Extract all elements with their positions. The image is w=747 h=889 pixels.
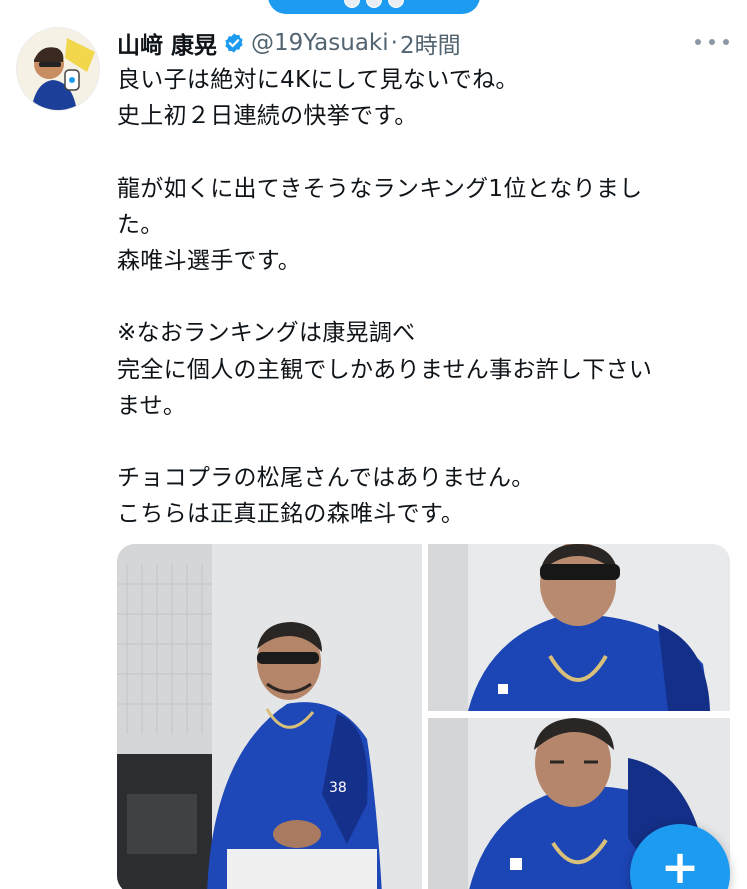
more-dot [695,39,701,45]
tweet-line: こちらは正真正銘の森唯斗です。 [117,501,465,528]
separator-dot: · [390,30,398,56]
tweet-media-grid: 38 [117,544,730,889]
tweet-line: ませ。 [117,392,187,419]
tweet-line: 史上初２日連続の快挙です。 [117,103,418,130]
more-dot [723,39,729,45]
author-handle[interactable]: @19Yasuaki [251,30,389,56]
avatar-illustration [17,28,99,110]
tweet-header: 山﨑 康晃 @19Yasuaki · 2時間 [117,26,461,60]
tweet-line: 良い子は絶対に4Kにして見ないでね。 [117,67,519,93]
photo-player-seated: 38 [117,544,422,889]
author-avatar[interactable] [16,27,100,111]
pill-avatar [344,0,360,8]
tweet-body: 良い子は絶対に4Kにして見ないでね。 史上初２日連続の快挙です。 龍が如くに出て… [117,62,727,532]
tweet-line: 森唯斗選手です。 [117,247,302,274]
verified-badge-icon [225,33,243,53]
tweet-line [117,279,727,315]
tweet-line: 完全に個人の主観でしかありません事お許し下さい [117,356,653,383]
media-photo-1[interactable]: 38 [117,544,422,889]
more-dot [709,39,715,45]
compose-label: + [660,840,700,889]
tweet-line: た。 [117,211,164,238]
more-options-icon[interactable] [695,32,729,52]
author-name[interactable]: 山﨑 康晃 [117,26,217,60]
tweet-timestamp[interactable]: 2時間 [400,26,461,60]
pill-avatar [366,0,382,8]
tweet-line: ※なおランキングは康晃調べ [117,320,416,347]
pill-avatar [388,0,404,8]
photo-player-closeup-sunglasses [428,544,730,711]
media-photo-2[interactable] [428,544,730,711]
jersey-number: 38 [329,780,347,796]
tweet-line [117,424,727,460]
tweet-line: チョコプラの松尾さんではありません。 [117,465,535,492]
tweet-line: 龍が如くに出てきそうなランキング1位となりまし [117,175,643,202]
new-tweets-pill[interactable] [268,0,480,14]
tweet-line [117,134,727,170]
